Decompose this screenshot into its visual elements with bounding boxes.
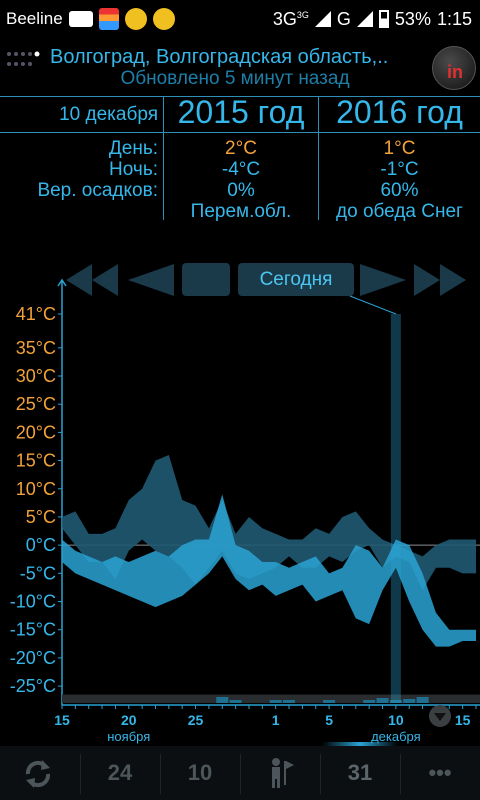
y-tick-label: 30°C <box>16 366 56 386</box>
days-10-button[interactable]: 10 <box>160 746 240 800</box>
y-tick-label: 5°C <box>26 507 56 527</box>
more-button[interactable]: ••• <box>400 746 480 800</box>
weather-notification-icon <box>124 8 147 30</box>
desc-2016-value: до обеда Снег <box>336 201 463 222</box>
y-tick-label: 0°C <box>26 535 56 555</box>
location-title[interactable]: Волгоград, Волгоградская область,.. <box>50 46 420 69</box>
menu-dots-icon[interactable] <box>6 50 40 70</box>
precip-bar <box>229 700 242 703</box>
compare-header-border <box>0 132 480 133</box>
y-tick-label: 10°C <box>16 479 56 499</box>
updated-text: Обновлено 5 минут назад <box>120 68 350 89</box>
y-tick-label: -20°C <box>10 648 56 668</box>
temperature-chart[interactable]: 41°C 35°C 30°C 25°C 20°C 15°C 10°C 5°C 0°C -5°C -1… <box>0 230 480 745</box>
y-tick-label: 15°C <box>16 451 56 471</box>
precip-label: Вер. осадков: <box>37 180 158 201</box>
y-tick-label: -15°C <box>10 620 56 640</box>
y-tick-label: -5°C <box>20 563 56 583</box>
precip-2015-value: 0% <box>227 180 255 201</box>
precip-bar <box>216 697 229 703</box>
clock: 1:15 <box>436 8 472 29</box>
day-2016-value: 1°C <box>383 138 416 159</box>
month-label: ноября <box>107 729 150 744</box>
year-2016-header: 2016 год <box>336 94 463 130</box>
status-bar: Beeline 3G3G G 53% 1:15 <box>0 0 480 38</box>
message-icon <box>68 11 93 27</box>
y-tick-label: 35°C <box>16 338 56 358</box>
night-2016-value: -1°C <box>380 159 419 180</box>
x-tick-label: 10 <box>388 712 404 728</box>
compare-date: 10 декабря <box>59 104 158 125</box>
battery-percent: 53% <box>394 8 431 29</box>
precip-bar <box>416 697 429 703</box>
day-2015-value: 2°C <box>225 138 257 159</box>
y-tick-label: -10°C <box>10 592 56 612</box>
walker-icon[interactable] <box>264 757 296 789</box>
network-3g-label: 3G3G <box>272 8 309 29</box>
app-notification-icon <box>98 8 119 30</box>
precip-bar <box>323 700 336 703</box>
today-connector <box>349 295 397 315</box>
refresh-icon[interactable] <box>20 756 56 792</box>
y-tick-label: -25°C <box>10 676 56 696</box>
battery-icon <box>378 10 389 28</box>
carrier-name: Beeline <box>6 9 63 28</box>
logo-text: in <box>447 62 463 82</box>
precip-bar <box>403 699 416 703</box>
signal-icon <box>314 11 331 27</box>
days-31-button[interactable]: 31 <box>320 746 400 800</box>
precip-bar <box>363 700 376 703</box>
x-tick-label: 15 <box>455 712 471 728</box>
days-24-button[interactable]: 24 <box>80 746 160 800</box>
network-g-label: G <box>336 8 351 29</box>
today-marker <box>390 314 401 703</box>
year-2015-header: 2015 год <box>177 94 305 130</box>
precip-bar <box>283 700 296 703</box>
x-tick-label: 15 <box>54 712 70 728</box>
night-2015-value: -4°C <box>221 159 261 180</box>
precip-bar <box>269 700 282 703</box>
x-tick-label: 1 <box>272 712 280 728</box>
x-tick-label: 5 <box>325 712 333 728</box>
signal-icon-2 <box>356 11 373 27</box>
precip-bar <box>376 698 389 703</box>
y-tick-label: 20°C <box>16 422 56 442</box>
desc-2015-value: Перем.обл. <box>190 201 292 222</box>
y-tick-label: 41°C <box>16 304 56 324</box>
x-tick-label: 25 <box>188 712 204 728</box>
fan-notification-icon <box>152 8 175 30</box>
precip-2016-value: 60% <box>380 180 419 201</box>
y-tick-label: 25°C <box>16 394 56 414</box>
day-label: День: <box>108 138 158 159</box>
app-logo[interactable]: in <box>432 46 476 90</box>
x-tick-label: 20 <box>121 712 137 728</box>
bottom-divider <box>240 754 241 794</box>
night-label: Ночь: <box>109 159 158 180</box>
